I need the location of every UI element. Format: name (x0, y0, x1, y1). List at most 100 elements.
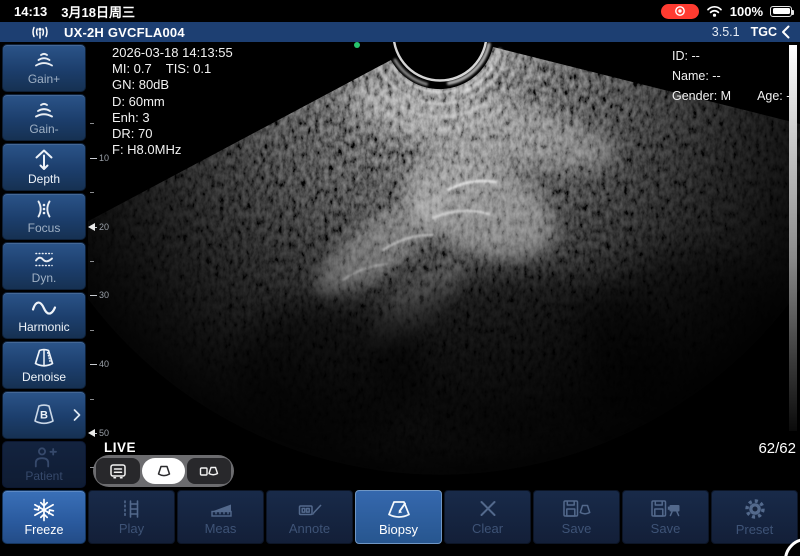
tgc-label: TGC (751, 25, 777, 39)
ultrasound-image-area[interactable]: 2026-03-18 14:13:55 MI: 0.7TIS: 0.1 GN: … (88, 42, 800, 490)
play-button[interactable]: Play (88, 490, 175, 544)
tgc-button[interactable]: TGC (751, 25, 790, 39)
chevron-right-icon (73, 408, 81, 421)
annotate-button[interactable]: Annote (266, 490, 353, 544)
button-label: Patient (25, 469, 62, 483)
title-bar: UX-2H GVCFLA004 3.5.1 TGC (0, 22, 800, 42)
button-label: Meas (205, 521, 237, 536)
single-display-icon (108, 463, 128, 480)
button-label: Gain- (29, 122, 58, 136)
annotate-icon (296, 498, 324, 519)
harmonic-icon (29, 297, 59, 319)
single-display-button[interactable] (96, 458, 140, 484)
patient-button[interactable]: Patient (2, 441, 86, 489)
scan-parameters-overlay: 2026-03-18 14:13:55 MI: 0.7TIS: 0.1 GN: … (112, 45, 233, 158)
button-label: Save (562, 521, 592, 536)
button-label: Save (651, 521, 681, 536)
ruler-label: 30 (99, 290, 109, 300)
button-label: Gain+ (28, 72, 60, 86)
preset-icon (742, 498, 768, 520)
dynamic-range-value: DR: 70 (112, 126, 233, 142)
device-title: UX-2H GVCFLA004 (64, 25, 185, 40)
gain-plus-icon (29, 49, 59, 71)
frame-counter: 62/62 (758, 440, 796, 457)
ruler-label: 50 (99, 428, 109, 438)
button-label: Dyn. (32, 271, 57, 285)
fan-display-icon (154, 464, 174, 479)
patient-id: ID: -- (672, 46, 795, 66)
status-bar: 14:13 3月18日周三 100% (0, 0, 800, 22)
battery-percent: 100% (730, 4, 763, 19)
button-label: Focus (28, 221, 61, 235)
screen-recording-indicator[interactable] (661, 4, 699, 19)
focus-button[interactable]: Focus (2, 193, 86, 241)
depth-button[interactable]: Depth (2, 143, 86, 191)
save-image-button[interactable]: Save (533, 490, 620, 544)
tis-value: TIS: 0.1 (166, 61, 212, 76)
button-label: Harmonic (18, 320, 69, 334)
clear-button[interactable]: Clear (444, 490, 531, 544)
clear-icon (476, 498, 500, 519)
dual-display-icon (198, 464, 220, 479)
ruler-label: 10 (99, 153, 109, 163)
enhance-value: Enh: 3 (112, 110, 233, 126)
denoise-icon (29, 346, 59, 369)
harmonic-button[interactable]: Harmonic (2, 292, 86, 340)
live-status-label: LIVE (104, 440, 136, 455)
grayscale-bar (789, 45, 797, 431)
patient-info-overlay: ID: -- Name: -- Gender: M Age: -- (672, 46, 795, 106)
measure-button[interactable]: Meas (177, 490, 264, 544)
dynamic-range-button[interactable]: Dyn. (2, 242, 86, 290)
ruler-label: 40 (99, 359, 109, 369)
button-label: Denoise (22, 370, 66, 384)
button-label: Clear (472, 521, 503, 536)
record-icon (674, 5, 686, 17)
b-mode-button[interactable]: B (2, 391, 86, 439)
save-image-icon (561, 498, 593, 519)
freeze-icon (32, 498, 56, 522)
bottom-toolbar: Freeze Play Meas (0, 490, 800, 544)
ultrasound-app-screen: 14:13 3月18日周三 100% (0, 0, 800, 556)
freeze-button[interactable]: Freeze (2, 490, 86, 544)
button-label: Play (119, 521, 144, 536)
save-video-icon (649, 498, 683, 519)
button-label: Annote (289, 521, 330, 536)
preset-button[interactable]: Preset (711, 490, 798, 544)
date: 3月18日周三 (61, 2, 135, 21)
display-layout-switcher (93, 455, 234, 487)
gain-minus-button[interactable]: Gain- (2, 94, 86, 142)
depth-value: D: 60mm (112, 94, 233, 110)
battery-icon (770, 6, 792, 17)
biopsy-button[interactable]: Biopsy (355, 490, 442, 544)
b-mode-icon: B (27, 402, 61, 428)
measure-icon (208, 498, 234, 519)
clock: 14:13 (14, 4, 47, 19)
patient-name: Name: -- (672, 66, 795, 86)
biopsy-icon (384, 498, 414, 520)
gain-value: GN: 80dB (112, 77, 233, 93)
frequency-value: F: H8.0MHz (112, 142, 233, 158)
save-video-button[interactable]: Save (622, 490, 709, 544)
probe-orientation-marker (354, 42, 360, 48)
wireless-probe-icon (30, 25, 50, 40)
dual-display-button[interactable] (187, 458, 231, 484)
focus-icon (29, 198, 59, 220)
button-label: Depth (28, 172, 60, 186)
denoise-button[interactable]: Denoise (2, 341, 86, 389)
ruler-label: 20 (99, 222, 109, 232)
button-label: Biopsy (379, 522, 418, 537)
depth-icon (29, 147, 59, 171)
gain-plus-button[interactable]: Gain+ (2, 44, 86, 92)
button-label: Preset (736, 522, 774, 537)
left-control-panel: Gain+ Gain- Depth (0, 42, 88, 490)
button-label: Freeze (25, 523, 64, 537)
focus-marker-icon (88, 429, 95, 437)
fan-display-button[interactable] (142, 458, 186, 484)
patient-gender: Gender: M (672, 86, 731, 106)
play-icon (119, 498, 145, 519)
chevron-left-icon (781, 25, 790, 39)
wifi-icon (706, 5, 723, 17)
app-version: 3.5.1 (712, 25, 740, 39)
mi-value: MI: 0.7 (112, 61, 152, 76)
dynamic-range-icon (29, 248, 59, 270)
